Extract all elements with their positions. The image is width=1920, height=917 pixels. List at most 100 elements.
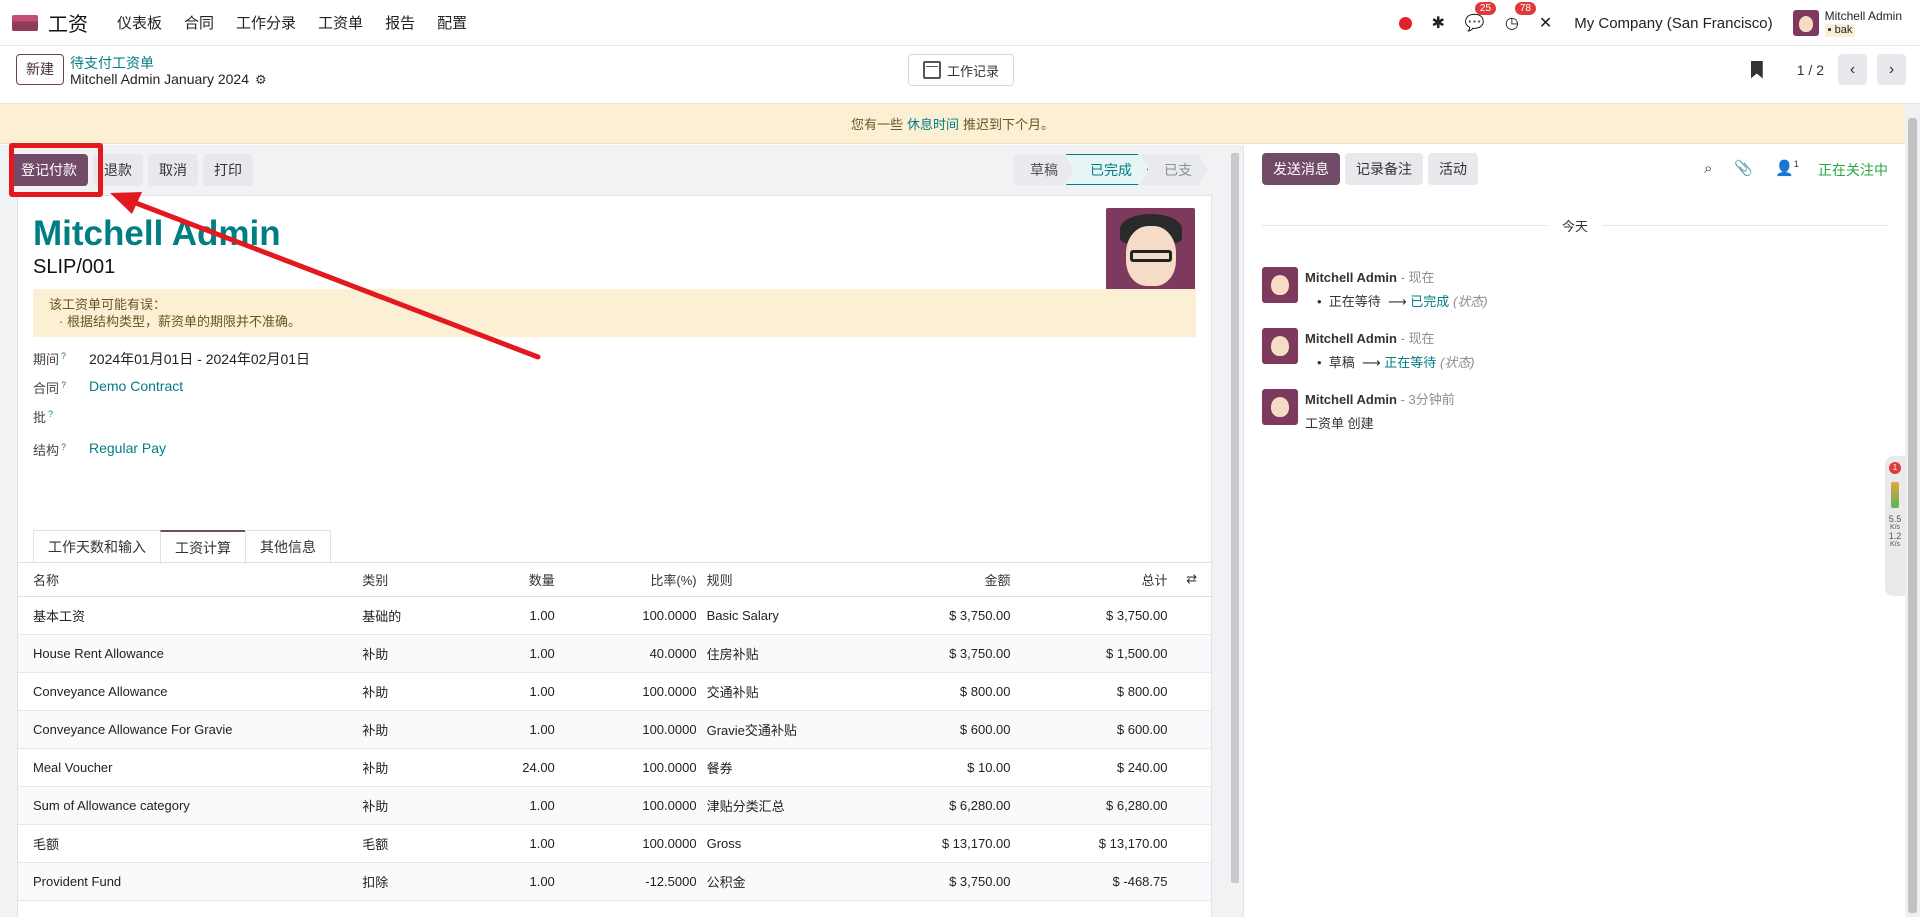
author-avatar[interactable] <box>1262 267 1298 303</box>
help-icon[interactable]: ? <box>61 380 66 390</box>
table-row[interactable]: House Rent Allowance 补助 1.00 40.0000 住房补… <box>18 634 1211 673</box>
column-settings-icon[interactable]: ⇄ <box>1172 563 1211 597</box>
menu-work-entries[interactable]: 工作分录 <box>225 12 307 33</box>
table-row[interactable]: Provident Fund 扣除 1.00 -12.5000 公积金 $ 3,… <box>18 862 1211 901</box>
message-author[interactable]: Mitchell Admin <box>1305 392 1397 407</box>
chat-icon[interactable]: 💬 25 <box>1465 2 1497 33</box>
help-icon[interactable]: ? <box>48 409 53 419</box>
tab-other-info[interactable]: 其他信息 <box>245 530 331 563</box>
log-note-button[interactable]: 记录备注 <box>1345 153 1423 185</box>
followers-icon[interactable]: 👤1 <box>1775 159 1799 177</box>
stage-done[interactable]: 已完成 <box>1066 154 1148 185</box>
form-sheet: Mitchell Admin SLIP/001 该工资单可能有误： · 根据结构… <box>17 195 1213 917</box>
payslip-number[interactable]: SLIP/001 <box>33 256 115 279</box>
cell-category: 补助 <box>357 748 479 787</box>
gear-icon[interactable]: ⚙ <box>255 72 267 87</box>
cell-amount: $ 6,280.00 <box>873 786 1016 825</box>
scrollbar-thumb[interactable] <box>1908 118 1917 913</box>
app-name[interactable]: 工资 <box>48 8 88 37</box>
table-row[interactable]: Conveyance Allowance For Gravie 补助 1.00 … <box>18 710 1211 749</box>
tracking-new: 正在等待 <box>1384 355 1437 370</box>
tab-worked-days[interactable]: 工作天数和输入 <box>33 530 161 563</box>
pager-value[interactable]: 1 / 2 <box>1797 62 1824 78</box>
send-message-button[interactable]: 发送消息 <box>1262 153 1340 185</box>
menu-configuration[interactable]: 配置 <box>426 12 478 33</box>
user-menu[interactable]: Mitchell Admin ▪ bak <box>1792 9 1902 37</box>
author-avatar[interactable] <box>1262 328 1298 364</box>
cell-amount: $ 13,170.00 <box>873 824 1016 863</box>
batch-label: 批 <box>33 410 47 425</box>
menu-reporting[interactable]: 报告 <box>374 12 426 33</box>
activity-button[interactable]: 活动 <box>1428 153 1478 185</box>
new-button[interactable]: 新建 <box>16 54 64 85</box>
refund-button[interactable]: 退款 <box>93 154 143 186</box>
record-dot-icon[interactable] <box>1398 16 1412 30</box>
main-menu: 仪表板 合同 工作分录 工资单 报告 配置 <box>106 12 478 33</box>
bug-icon[interactable]: ✱ <box>1432 13 1445 33</box>
cell-quantity: 1.00 <box>478 824 560 863</box>
employee-name[interactable]: Mitchell Admin <box>33 214 281 254</box>
table-row[interactable]: 基本工资 基础的 1.00 100.0000 Basic Salary $ 3,… <box>18 596 1211 635</box>
menu-payslips[interactable]: 工资单 <box>307 12 374 33</box>
table-header-row: 名称 类别 数量 比率(%) 规则 金额 总计 ⇄ <box>18 563 1211 597</box>
form-scrollbar[interactable] <box>1231 153 1239 883</box>
contract-value[interactable]: Demo Contract <box>89 378 183 397</box>
following-button[interactable]: 正在关注中 <box>1818 160 1888 180</box>
record-breadcrumb: Mitchell Admin January 2024 ⚙ <box>70 71 267 88</box>
cell-quantity: 1.00 <box>478 634 560 673</box>
paperclip-icon[interactable]: 📎 <box>1734 159 1753 177</box>
stage-draft[interactable]: 草稿 <box>1014 154 1074 185</box>
period-value[interactable]: 2024年01月01日 - 2024年02月01日 <box>89 349 310 369</box>
clock-icon[interactable]: ◷ 78 <box>1505 2 1536 33</box>
page-scrollbar[interactable] <box>1905 104 1920 917</box>
company-switcher[interactable]: My Company (San Francisco) <box>1574 15 1772 32</box>
work-entries-button[interactable]: 工作记录 <box>908 54 1014 86</box>
cell-rate: 100.0000 <box>559 748 702 787</box>
print-button[interactable]: 打印 <box>203 154 253 186</box>
breadcrumb-link[interactable]: 待支付工资单 <box>70 53 154 73</box>
table-row[interactable]: Sum of Allowance category 补助 1.00 100.00… <box>18 786 1211 825</box>
help-icon[interactable]: ? <box>61 442 66 452</box>
cancel-button[interactable]: 取消 <box>148 154 198 186</box>
database-icon: ▪ <box>1827 23 1832 36</box>
pager-next-button[interactable]: › <box>1877 54 1906 85</box>
arrow-icon: ⟶ <box>1362 355 1381 370</box>
table-row[interactable]: 毛额 毛额 1.00 100.0000 Gross $ 13,170.00 $ … <box>18 824 1211 863</box>
bookmark-icon[interactable] <box>1750 60 1763 79</box>
col-rule[interactable]: 规则 <box>701 563 874 597</box>
help-icon[interactable]: ? <box>61 351 66 361</box>
author-avatar[interactable] <box>1262 389 1298 425</box>
register-payment-button[interactable]: 登记付款 <box>10 154 88 186</box>
cell-rate: 40.0000 <box>559 634 702 673</box>
col-amount[interactable]: 金额 <box>873 563 1016 597</box>
tracking-old: 正在等待 <box>1328 294 1381 309</box>
col-total[interactable]: 总计 <box>1015 563 1173 597</box>
pager-previous-button[interactable]: ‹ <box>1838 54 1867 85</box>
search-icon[interactable]: ⌕ <box>1704 160 1712 177</box>
structure-value[interactable]: Regular Pay <box>89 440 166 459</box>
app-logo-icon[interactable] <box>12 14 38 31</box>
menu-contracts[interactable]: 合同 <box>173 12 225 33</box>
time-off-link[interactable]: 休息时间 <box>907 114 959 133</box>
cell-total: $ -468.75 <box>1015 862 1173 901</box>
col-rate[interactable]: 比率(%) <box>559 563 702 597</box>
table-row[interactable]: Conveyance Allowance 补助 1.00 100.0000 交通… <box>18 672 1211 711</box>
col-category[interactable]: 类别 <box>357 563 479 597</box>
structure-field: 结构? Regular Pay <box>33 440 166 459</box>
tools-icon[interactable]: ✕ <box>1539 13 1552 33</box>
col-quantity[interactable]: 数量 <box>478 563 560 597</box>
message-author[interactable]: Mitchell Admin <box>1305 270 1397 285</box>
period-label: 期间 <box>33 352 60 367</box>
table-row[interactable]: Meal Voucher 补助 24.00 100.0000 餐券 $ 10.0… <box>18 748 1211 787</box>
cell-rule: Gross <box>701 824 874 863</box>
message-author[interactable]: Mitchell Admin <box>1305 331 1397 346</box>
cell-category: 补助 <box>357 786 479 825</box>
cell-name: Provident Fund <box>18 862 358 901</box>
menu-dashboard[interactable]: 仪表板 <box>106 12 173 33</box>
message-time: - 现在 <box>1400 331 1435 346</box>
col-name[interactable]: 名称 <box>18 563 358 597</box>
network-speed-widget[interactable]: 1 5.5 K/s 1.2 K/s <box>1885 456 1905 596</box>
stage-paid[interactable]: 已支 <box>1140 154 1208 185</box>
cell-amount: $ 3,750.00 <box>873 634 1016 673</box>
tab-salary-computation[interactable]: 工资计算 <box>160 530 246 564</box>
